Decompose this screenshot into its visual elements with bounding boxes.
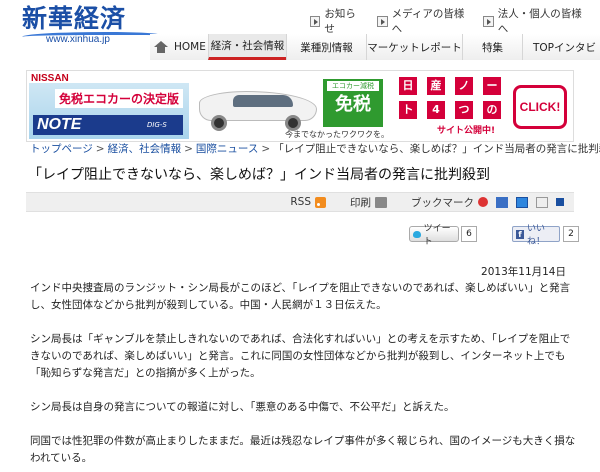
home-icon — [154, 41, 168, 53]
click-button[interactable]: CLICK! — [513, 85, 567, 129]
eco-label: エコカー減税 — [327, 81, 379, 91]
bookmark-service-icon[interactable] — [536, 196, 548, 208]
nav-label: TOPインタビ — [533, 41, 597, 54]
bookmark-service-icon[interactable] — [496, 196, 508, 208]
like-label: いいね！ — [527, 224, 546, 247]
rss-link[interactable]: RSS — [290, 196, 326, 208]
article-paragraph: インド中央捜査局のランジット・シン局長がこのほど、「レイプを阻止できないのであれ… — [30, 282, 571, 311]
facebook-icon: f — [516, 229, 524, 239]
article-paragraph: シン局長は「ギャンブルを禁止しきれないのであれば、合法化すればいい」との考えを示… — [30, 333, 571, 379]
nav-home[interactable]: HOME — [150, 34, 208, 60]
site-header: 新華経済 www.xinhua.jp お知らせ メディアの皆様へ 法人・個人の皆… — [0, 0, 600, 70]
print-label: 印刷 — [350, 196, 371, 209]
toplink-notice[interactable]: お知らせ — [310, 6, 363, 36]
eco-badge: エコカー減税 免税 — [323, 79, 383, 127]
bookmark-service-icon[interactable] — [478, 197, 488, 207]
grid-cell: ト — [399, 101, 417, 119]
article-date: 2013年11月14日 — [481, 266, 566, 278]
bookmark-service-icon[interactable] — [556, 198, 564, 206]
twitter-bird-icon — [413, 230, 421, 238]
arrow-right-icon — [483, 15, 494, 27]
arrow-right-icon — [310, 15, 321, 27]
bookmark-label: ブックマーク — [411, 196, 474, 209]
facebook-like-button[interactable]: f いいね！ — [512, 224, 560, 247]
nav-market-report[interactable]: マーケットレポート — [366, 34, 462, 60]
bookmark-area: ブックマーク — [411, 195, 564, 210]
grid-cell: 4 — [427, 101, 445, 119]
grid-cell: つ — [455, 101, 473, 119]
nav-label: HOME — [174, 41, 206, 53]
toplink-media[interactable]: メディアの皆様へ — [377, 6, 469, 36]
grid-cell: 日 — [399, 77, 417, 95]
tweet-label: ツイート — [423, 224, 451, 247]
nav-feature[interactable]: 特集 — [462, 34, 522, 60]
wheel — [211, 115, 227, 131]
nav-industry[interactable]: 業種別情報 — [286, 34, 366, 60]
grid-cell: の — [483, 101, 501, 119]
banner-site-open: サイト公開中! — [437, 126, 496, 136]
grid-cell: ー — [483, 77, 501, 95]
article-paragraph: シン局長は自身の発言についての報道に対し、「悪意のある中傷で、不公平だ」と訴えた… — [30, 401, 455, 413]
banner-engine: DIG-S — [147, 121, 167, 129]
toplink-business[interactable]: 法人・個人の皆様へ — [483, 6, 586, 36]
banner-headline: 免税エコカーの決定版 — [55, 89, 184, 108]
breadcrumb-current: 「レイプ阻止できないなら、楽しめば？」インド当局者の発言に批判殺到 — [273, 143, 600, 155]
breadcrumb: トップページ > 経済、社会情報 > 国際ニュース > 「レイプ阻止できないなら、楽しめば？… — [30, 141, 600, 156]
logo-swoosh — [22, 32, 162, 40]
nav-label: マーケットレポート — [367, 41, 462, 54]
article-body: インド中央捜査局のランジット・シン局長がこのほど、「レイプを阻止できないのであれ… — [30, 280, 578, 472]
toplink-label: お知らせ — [324, 8, 356, 35]
rss-label: RSS — [290, 196, 311, 208]
article-title: 「レイプ阻止できないなら、楽しめば？」インド当局者の発言に批判殺到 — [28, 167, 490, 183]
banner-grid: 日 産 ノ ー ト 4 つ の サイト公開中! — [397, 75, 509, 137]
nav-top-interview[interactable]: TOPインタビ — [522, 34, 600, 60]
rss-icon — [315, 196, 326, 208]
arrow-right-icon — [377, 15, 388, 27]
nav-label: 業種別情報 — [300, 41, 353, 54]
toplink-label: 法人・個人の皆様へ — [497, 8, 582, 35]
ad-banner[interactable]: NISSAN 免税エコカーの決定版 NOTE DIG-S エコカー減税 免税 今… — [26, 70, 574, 142]
breadcrumb-link[interactable]: トップページ — [30, 143, 93, 155]
grid-cell: ノ — [455, 77, 473, 95]
site-logo[interactable]: 新華経済 www.xinhua.jp — [22, 4, 162, 45]
print-icon — [375, 196, 387, 208]
breadcrumb-link[interactable]: 経済、社会情報 — [108, 143, 182, 155]
tweet-button[interactable]: ツイート — [409, 224, 459, 247]
tweet-count: 6 — [461, 226, 477, 242]
banner-catch: 今までなかったワクワクを。 — [285, 130, 389, 139]
toplink-label: メディアの皆様へ — [391, 8, 465, 35]
grid-cell: 産 — [427, 77, 445, 95]
nav-label: 特集 — [482, 41, 503, 54]
like-count: 2 — [563, 226, 579, 242]
bookmark-service-icon[interactable] — [516, 196, 528, 208]
eco-main: 免税 — [335, 94, 371, 115]
nav-label: 経済・社会情報 — [210, 40, 285, 52]
top-links: お知らせ メディアの皆様へ 法人・個人の皆様へ — [310, 6, 600, 36]
car-window — [233, 95, 293, 107]
nav-economy[interactable]: 経済・社会情報 — [208, 34, 286, 60]
main-nav: HOME 経済・社会情報 業種別情報 マーケットレポート 特集 TOPインタビ — [150, 34, 600, 60]
car-image — [193, 77, 323, 133]
breadcrumb-link[interactable]: 国際ニュース — [196, 143, 258, 155]
banner-brand: NISSAN — [31, 73, 69, 84]
article-paragraph: 同国では性犯罪の件数が高止まりしたままだ。最近は残忍なレイプ事件が多く報じられ、… — [30, 435, 576, 464]
article-toolbar: RSS 印刷 ブックマーク — [26, 192, 574, 212]
logo-text: 新華経済 — [22, 4, 127, 33]
print-link[interactable]: 印刷 — [350, 195, 387, 210]
